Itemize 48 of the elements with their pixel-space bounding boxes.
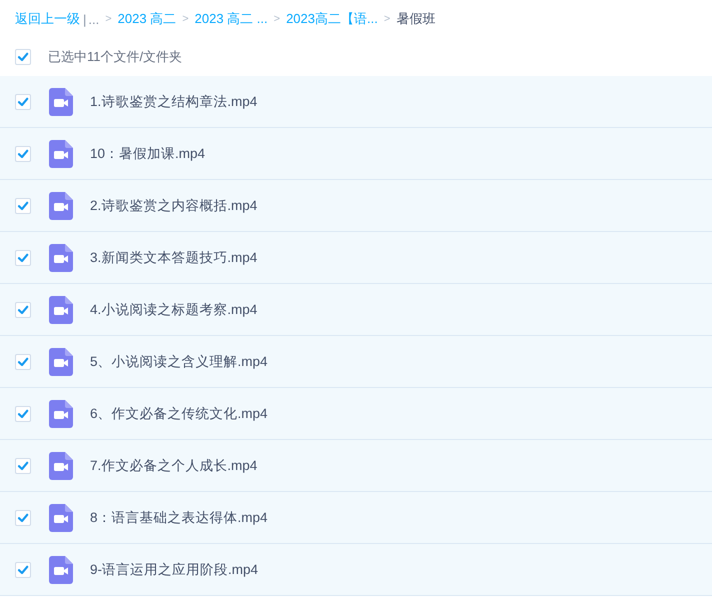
breadcrumb-separator: > (274, 13, 280, 25)
checkbox[interactable] (15, 510, 31, 526)
file-row[interactable]: 9-语言运用之应用阶段.mp4 (0, 544, 712, 596)
video-file-icon (49, 452, 73, 480)
file-row[interactable]: 10：暑假加课.mp4 (0, 128, 712, 180)
file-name: 4.小说阅读之标题考察.mp4 (90, 300, 258, 318)
video-file-icon (49, 140, 73, 168)
file-name: 7.作文必备之个人成长.mp4 (90, 456, 258, 474)
video-file-icon (49, 400, 73, 428)
file-row[interactable]: 6、作文必备之传统文化.mp4 (0, 388, 712, 440)
file-row[interactable]: 8：语言基础之表达得体.mp4 (0, 492, 712, 544)
checkbox[interactable] (15, 250, 31, 266)
checkbox[interactable] (15, 458, 31, 474)
video-file-icon (49, 244, 73, 272)
checkbox[interactable] (15, 198, 31, 214)
video-file-icon (49, 556, 73, 584)
checkbox[interactable] (15, 562, 31, 578)
file-row[interactable]: 2.诗歌鉴赏之内容概括.mp4 (0, 180, 712, 232)
file-name: 5、小说阅读之含义理解.mp4 (90, 352, 268, 370)
breadcrumb-separator: > (105, 13, 112, 25)
file-name: 8：语言基础之表达得体.mp4 (90, 508, 268, 526)
file-name: 2.诗歌鉴赏之内容概括.mp4 (90, 196, 258, 214)
file-name: 10：暑假加课.mp4 (90, 144, 206, 162)
file-name: 6、作文必备之传统文化.mp4 (90, 404, 268, 422)
file-row[interactable]: 7.作文必备之个人成长.mp4 (0, 440, 712, 492)
video-file-icon (49, 192, 73, 220)
video-file-icon (49, 504, 73, 532)
file-row[interactable]: 3.新闻类文本答题技巧.mp4 (0, 232, 712, 284)
checkbox[interactable] (15, 49, 31, 65)
file-name: 1.诗歌鉴赏之结构章法.mp4 (90, 92, 258, 110)
breadcrumb-divider: | (83, 12, 86, 26)
file-row[interactable]: 4.小说阅读之标题考察.mp4 (0, 284, 712, 336)
selection-count: 已选中11个文件/文件夹 (48, 48, 182, 66)
checkbox[interactable] (15, 354, 31, 370)
file-name: 9-语言运用之应用阶段.mp4 (90, 560, 258, 578)
breadcrumb-separator: > (182, 13, 189, 25)
breadcrumb-separator: > (384, 13, 390, 25)
file-row[interactable]: 1.诗歌鉴赏之结构章法.mp4 (0, 76, 712, 128)
checkbox[interactable] (15, 94, 31, 110)
checkbox[interactable] (15, 406, 31, 422)
checkbox[interactable] (15, 146, 31, 162)
video-file-icon (49, 88, 73, 116)
file-name: 3.新闻类文本答题技巧.mp4 (90, 248, 258, 266)
checkbox[interactable] (15, 302, 31, 318)
file-row[interactable]: 5、小说阅读之含义理解.mp4 (0, 336, 712, 388)
video-file-icon (49, 296, 73, 324)
video-file-icon (49, 348, 73, 376)
breadcrumb-current: 暑假班 (396, 10, 436, 28)
